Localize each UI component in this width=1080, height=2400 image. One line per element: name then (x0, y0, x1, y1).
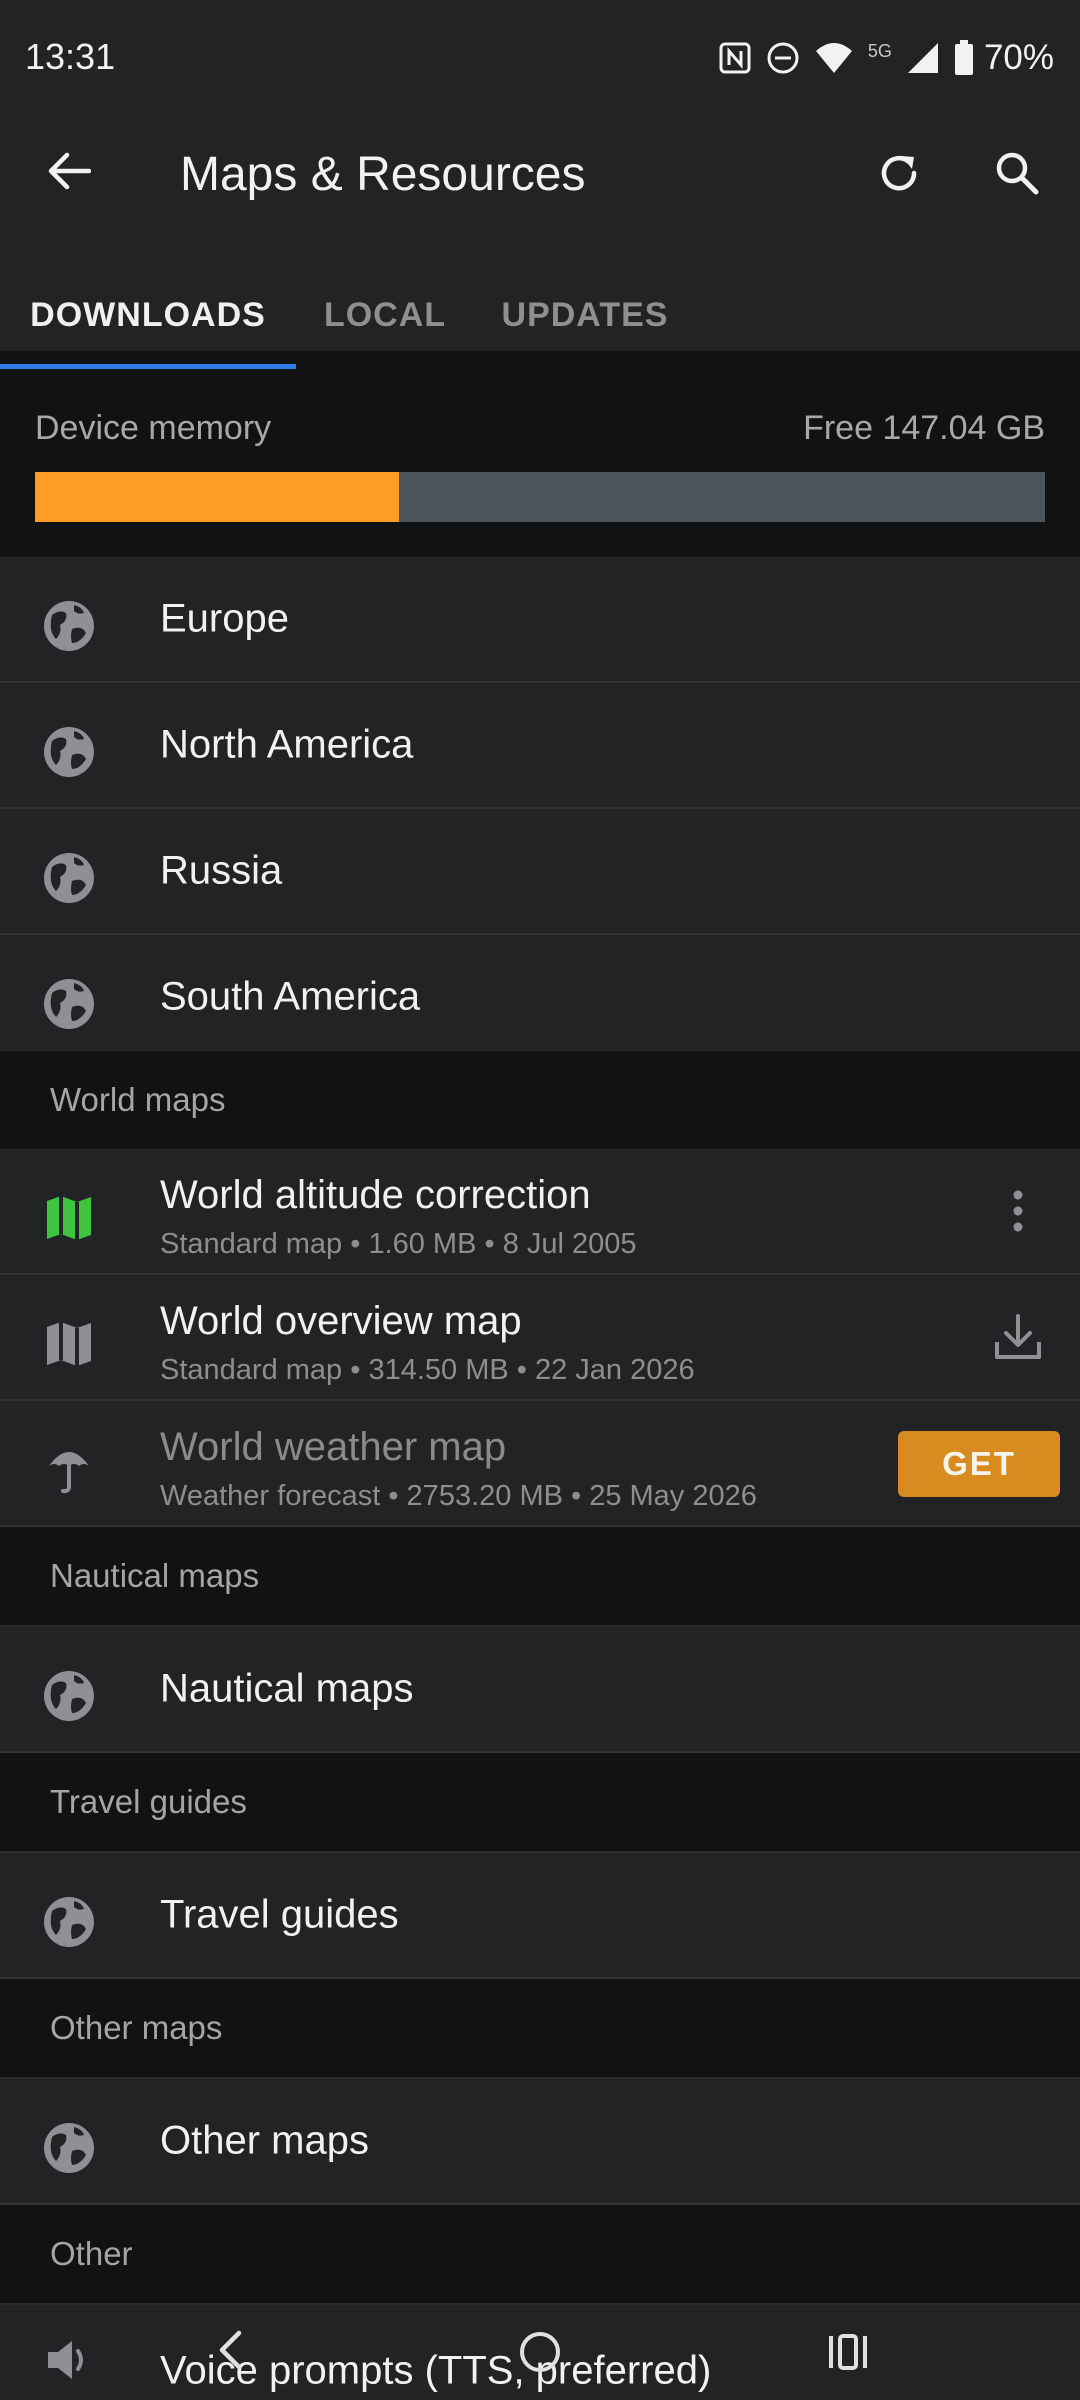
section-header-travel-guides: Travel guides (0, 1753, 1080, 1853)
section-title: Travel guides (50, 1783, 247, 1820)
list-item-world-overview-map[interactable]: World overview map Standard map • 314.50… (0, 1275, 1080, 1401)
arrow-back-icon (48, 152, 91, 190)
section-header-world-maps: World maps (0, 1051, 1080, 1151)
list-item-subtitle: Standard map • 1.60 MB • 8 Jul 2005 (160, 1228, 637, 1260)
memory-usage-fill (35, 472, 399, 522)
globe-icon (38, 847, 100, 909)
more-vert-icon (1013, 1190, 1023, 1232)
nav-home-button[interactable] (508, 2320, 572, 2384)
nfc-icon (718, 41, 752, 75)
tab-local[interactable]: LOCAL (310, 262, 460, 369)
tab-bar: DOWNLOADS LOCAL UPDATES (0, 262, 1080, 369)
section-title: Nautical maps (50, 1557, 260, 1594)
nav-back-icon (219, 2330, 242, 2370)
globe-icon (38, 721, 100, 783)
list-item-south-america[interactable]: South America (0, 935, 1080, 1061)
nav-recents-button[interactable] (815, 2320, 881, 2384)
list-item-subtitle: Weather forecast • 2753.20 MB • 25 May 2… (160, 1480, 757, 1512)
list-item-subtitle: Standard map • 314.50 MB • 22 Jan 2026 (160, 1354, 695, 1386)
list-item-label: Europe (160, 596, 289, 641)
section-title: Other (50, 2235, 133, 2272)
list-item-europe[interactable]: Europe (0, 557, 1080, 683)
list-item-north-america[interactable]: North America (0, 683, 1080, 809)
status-time: 13:31 (25, 36, 116, 77)
section-header-other: Other (0, 2205, 1080, 2305)
globe-icon (38, 595, 100, 657)
battery-percentage: 70% (983, 38, 1054, 77)
device-memory-panel: Device memory Free 147.04 GB (0, 369, 1080, 557)
cell-signal-icon (906, 41, 940, 75)
battery-icon (954, 40, 974, 76)
get-button[interactable]: GET (898, 1431, 1060, 1497)
map-icon (38, 1313, 100, 1375)
list-item-label: Russia (160, 848, 283, 893)
refresh-icon (881, 156, 917, 191)
list-item-label: Travel guides (160, 1892, 399, 1937)
section-header-nautical-maps: Nautical maps (0, 1527, 1080, 1627)
list-item-nautical-maps[interactable]: Nautical maps (0, 1627, 1080, 1753)
status-bar: 13:31 5G 70% (0, 0, 1080, 106)
list-item-label: South America (160, 974, 421, 1019)
page-title: Maps & Resources (180, 148, 586, 201)
list-item-label: Nautical maps (160, 1666, 414, 1711)
back-button[interactable] (36, 138, 102, 204)
wifi-icon (814, 41, 854, 75)
more-options-button[interactable] (983, 1176, 1053, 1246)
download-button[interactable] (983, 1302, 1053, 1372)
device-memory-label: Device memory (35, 409, 272, 447)
list-item-title: World weather map (160, 1425, 507, 1469)
list-item-russia[interactable]: Russia (0, 809, 1080, 935)
network-type-label: 5G (867, 40, 892, 61)
list-item-other-maps[interactable]: Other maps (0, 2079, 1080, 2205)
nav-recents-icon (829, 2334, 867, 2370)
list-item-world-altitude-correction[interactable]: World altitude correction Standard map •… (0, 1149, 1080, 1275)
memory-usage-bar (35, 472, 1045, 522)
search-button[interactable] (984, 140, 1050, 206)
map-icon (38, 1187, 100, 1249)
list-item-label: North America (160, 722, 414, 767)
umbrella-icon (38, 1439, 100, 1501)
globe-icon (38, 973, 100, 1035)
refresh-button[interactable] (866, 140, 932, 206)
tab-downloads[interactable]: DOWNLOADS (0, 262, 296, 369)
tab-updates[interactable]: UPDATES (494, 262, 676, 369)
globe-icon (38, 2117, 100, 2179)
list-item-title: World altitude correction (160, 1173, 591, 1217)
nav-home-icon (520, 2332, 560, 2372)
list-item-travel-guides[interactable]: Travel guides (0, 1853, 1080, 1979)
system-navigation-bar (0, 2300, 1080, 2400)
do-not-disturb-icon (766, 41, 800, 75)
list-item-label: Other maps (160, 2118, 369, 2163)
download-icon (995, 1314, 1041, 1359)
search-icon (996, 152, 1039, 195)
section-title: World maps (50, 1081, 226, 1118)
device-memory-free: Free 147.04 GB (803, 409, 1045, 447)
globe-icon (38, 1891, 100, 1953)
status-icons: 5G 70% (718, 38, 1054, 78)
globe-icon (38, 1665, 100, 1727)
section-title: Other maps (50, 2009, 223, 2046)
nav-back-button[interactable] (200, 2320, 260, 2380)
list-item-title: World overview map (160, 1299, 522, 1343)
section-header-other-maps: Other maps (0, 1979, 1080, 2079)
